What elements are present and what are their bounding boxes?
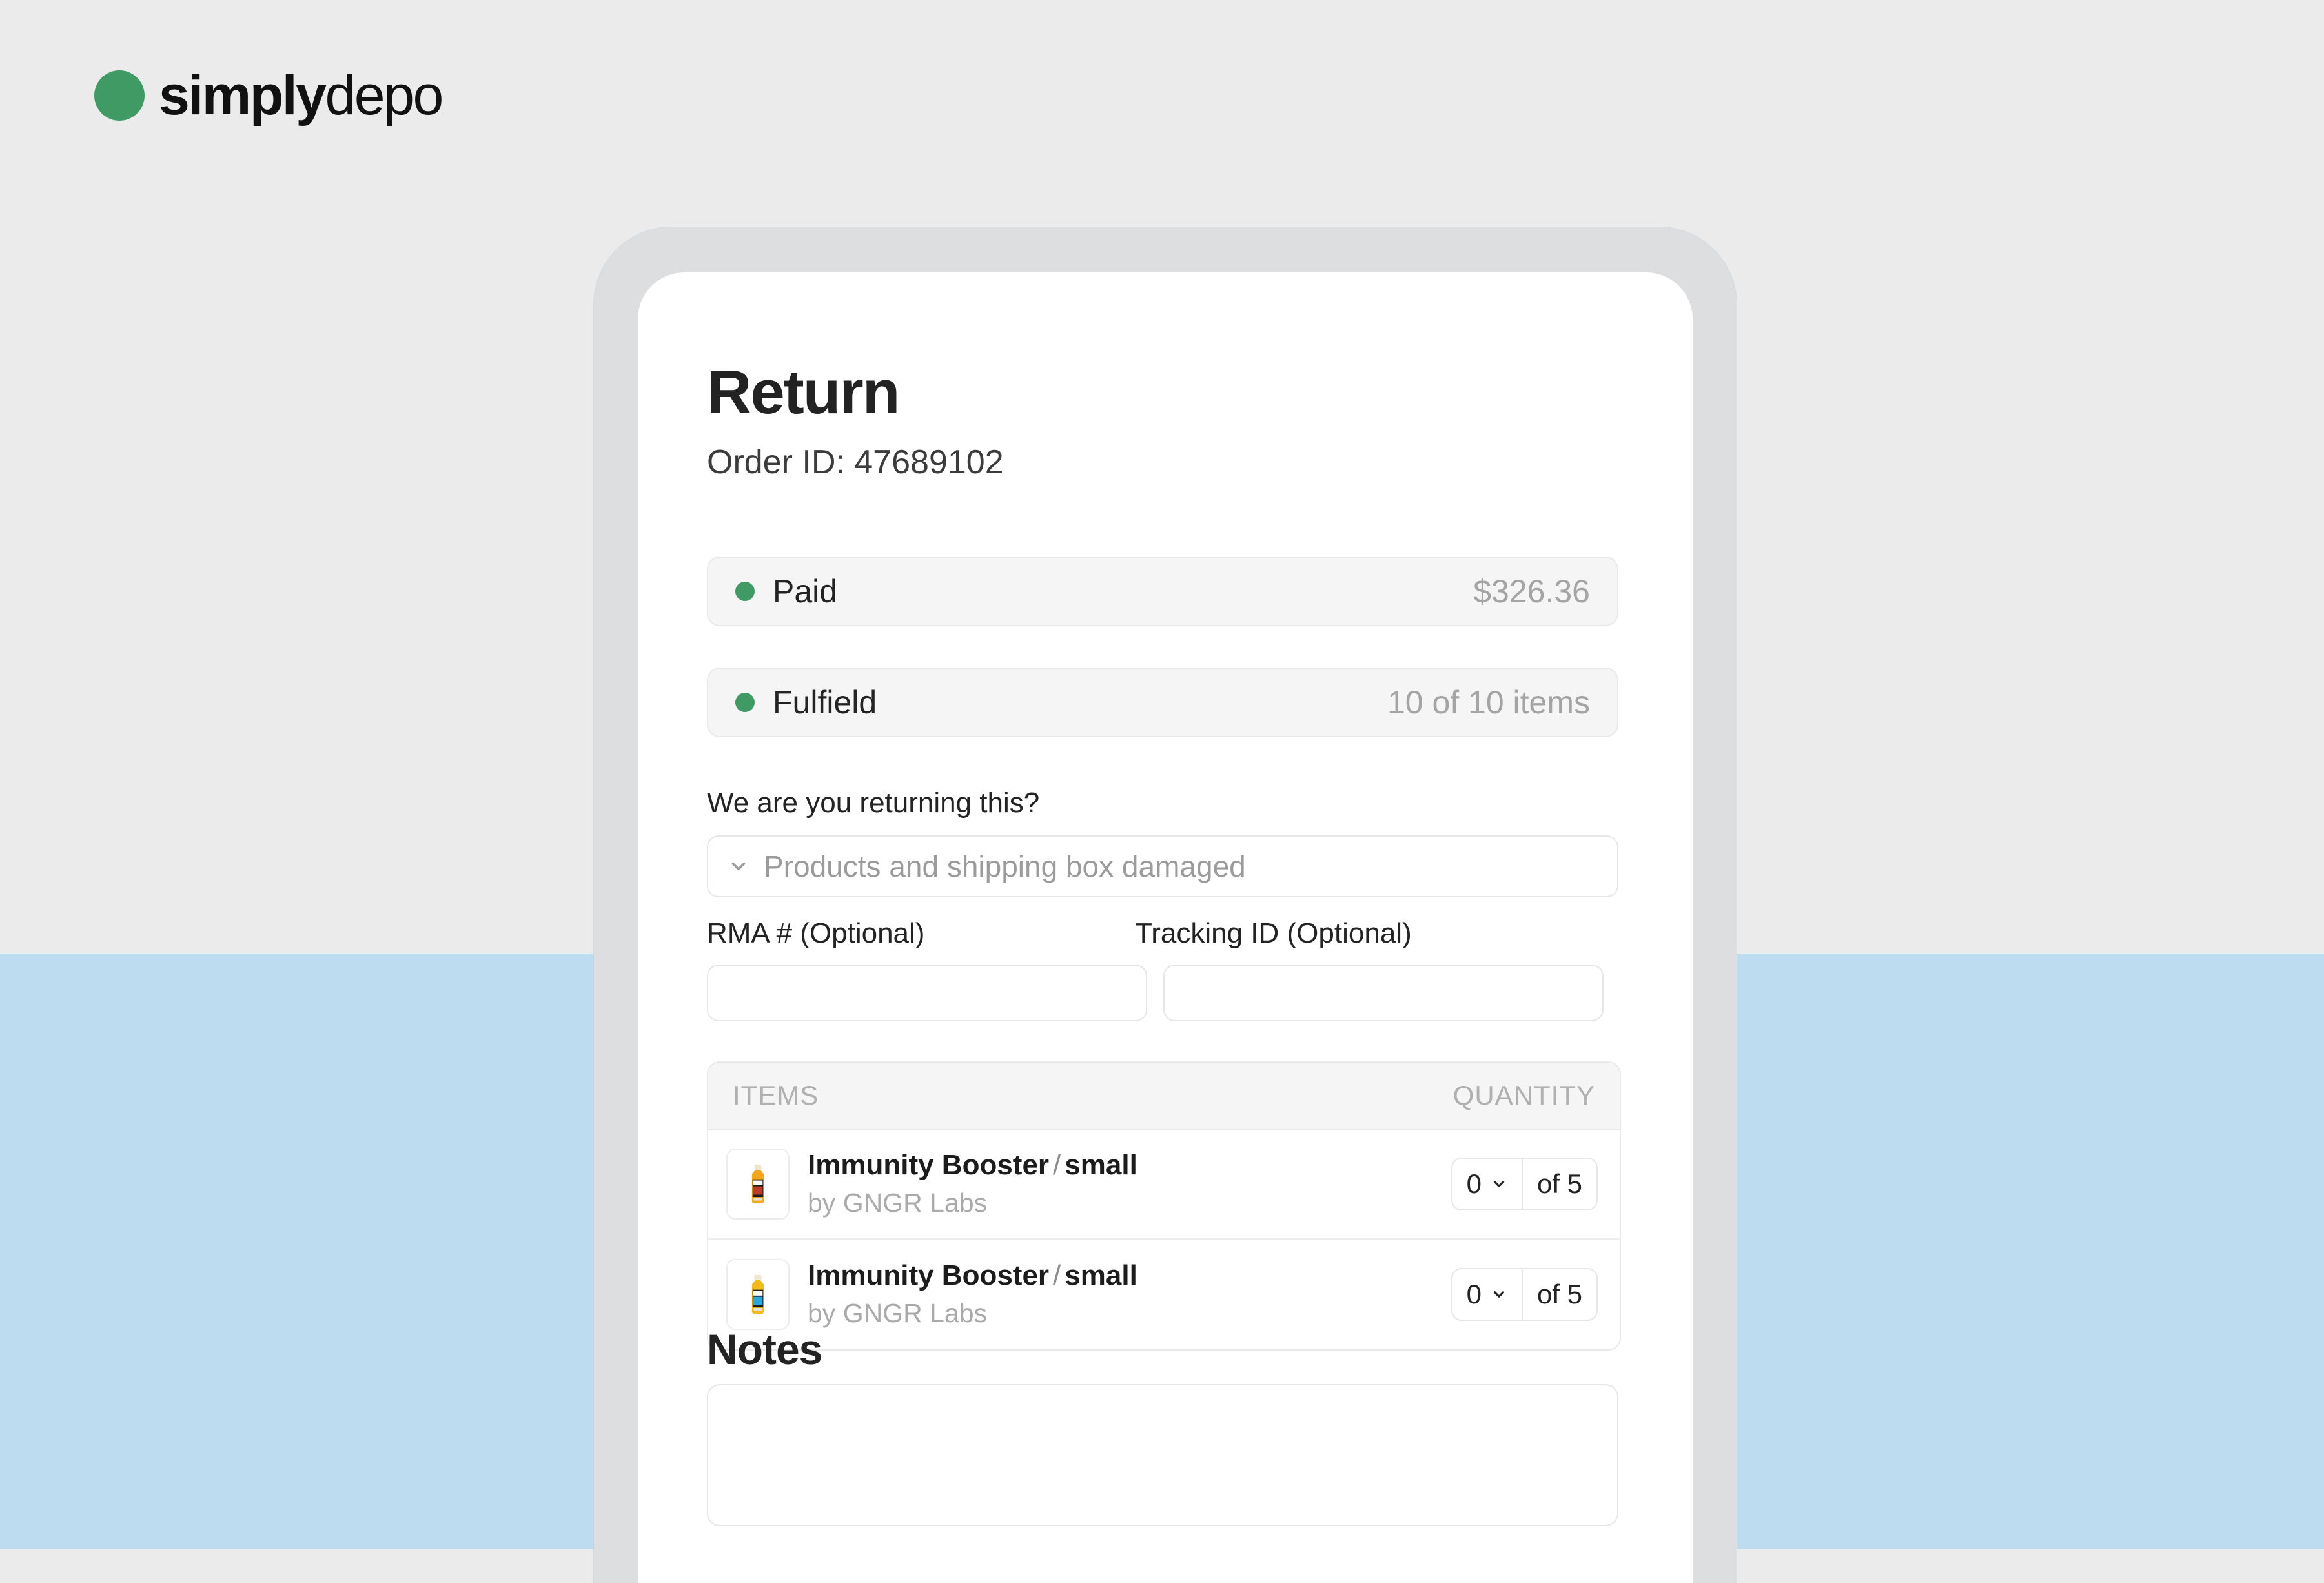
product-variant: small bbox=[1065, 1149, 1137, 1181]
product-variant: small bbox=[1065, 1260, 1137, 1292]
status-fulfillment-count: 10 of 10 items bbox=[1387, 684, 1590, 720]
return-reason-label: We are you returning this? bbox=[707, 787, 1040, 819]
return-reason-value: Products and shipping box damaged bbox=[764, 850, 1246, 883]
quantity-value: 0 bbox=[1466, 1169, 1482, 1199]
product-name-separator: / bbox=[1053, 1260, 1061, 1292]
rma-field-label: RMA # (Optional) bbox=[707, 917, 925, 949]
product-name-main: Immunity Booster bbox=[808, 1149, 1050, 1181]
status-fulfillment-label: Fulfield bbox=[773, 684, 877, 720]
status-payment-label: Paid bbox=[773, 573, 838, 609]
product-thumbnail bbox=[726, 1149, 790, 1220]
chevron-down-icon bbox=[1493, 1291, 1505, 1298]
product-info: Immunity Booster / small by GNGR Labs bbox=[808, 1260, 1451, 1329]
rma-input[interactable] bbox=[707, 965, 1147, 1021]
product-brand: by GNGR Labs bbox=[808, 1187, 987, 1218]
status-dot-icon bbox=[735, 693, 755, 712]
quantity-value: 0 bbox=[1466, 1279, 1482, 1309]
tracking-field-label: Tracking ID (Optional) bbox=[1135, 917, 1412, 949]
chevron-down-icon bbox=[731, 862, 746, 871]
return-reason-select[interactable]: Products and shipping box damaged bbox=[707, 835, 1618, 897]
order-id-text: Order ID: 47689102 bbox=[707, 444, 1004, 481]
items-table: ITEMS QUANTITY Immunity Booster/small bbox=[707, 1061, 1621, 1351]
status-fulfillment-left: Fulfield bbox=[735, 686, 877, 719]
product-name-separator: / bbox=[1053, 1149, 1061, 1181]
quantity-stepper: 0 of 5 bbox=[1451, 1268, 1598, 1321]
bottle-icon bbox=[751, 1274, 764, 1314]
simplydepo-logo: simplydepo bbox=[94, 68, 443, 123]
status-payment-left: Paid bbox=[735, 575, 837, 608]
page-title: Return bbox=[707, 358, 900, 427]
product-thumbnail bbox=[726, 1259, 790, 1330]
product-name: Immunity Booster / small bbox=[808, 1260, 1451, 1292]
device-screen: Return Order ID: 47689102 Paid $326.36 F… bbox=[638, 272, 1693, 1583]
status-row-payment: Paid $326.36 bbox=[707, 557, 1618, 626]
notes-textarea[interactable] bbox=[707, 1384, 1618, 1526]
logo-wordmark: simplydepo bbox=[159, 68, 443, 123]
column-header-quantity: QUANTITY bbox=[1452, 1080, 1595, 1110]
quantity-total: of 5 bbox=[1536, 1169, 1582, 1199]
quantity-select[interactable]: 0 bbox=[1452, 1269, 1523, 1320]
logo-wordmark-light: depo bbox=[325, 65, 443, 127]
quantity-total: of 5 bbox=[1536, 1279, 1582, 1309]
chevron-down-icon bbox=[1493, 1181, 1505, 1187]
logo-circle-icon bbox=[94, 70, 145, 121]
product-name-main: Immunity Booster bbox=[808, 1260, 1050, 1292]
product-brand: by GNGR Labs bbox=[808, 1298, 987, 1328]
status-dot-icon bbox=[735, 582, 755, 601]
product-info: Immunity Booster / small by GNGR Labs bbox=[808, 1149, 1451, 1219]
bottle-icon bbox=[751, 1164, 764, 1204]
quantity-select[interactable]: 0 bbox=[1452, 1159, 1523, 1209]
logo-wordmark-bold: simply bbox=[159, 65, 327, 127]
status-row-fulfillment: Fulfield 10 of 10 items bbox=[707, 668, 1618, 737]
status-payment-amount: $326.36 bbox=[1473, 573, 1590, 609]
items-table-header: ITEMS QUANTITY bbox=[708, 1063, 1620, 1130]
quantity-stepper: 0 of 5 bbox=[1451, 1158, 1598, 1210]
table-row: Immunity Booster / small by GNGR Labs 0 of… bbox=[708, 1130, 1620, 1240]
tracking-id-input[interactable] bbox=[1163, 965, 1604, 1021]
column-header-items: ITEMS bbox=[733, 1080, 819, 1110]
product-name: Immunity Booster / small bbox=[808, 1149, 1451, 1182]
notes-section-title: Notes bbox=[707, 1325, 822, 1373]
